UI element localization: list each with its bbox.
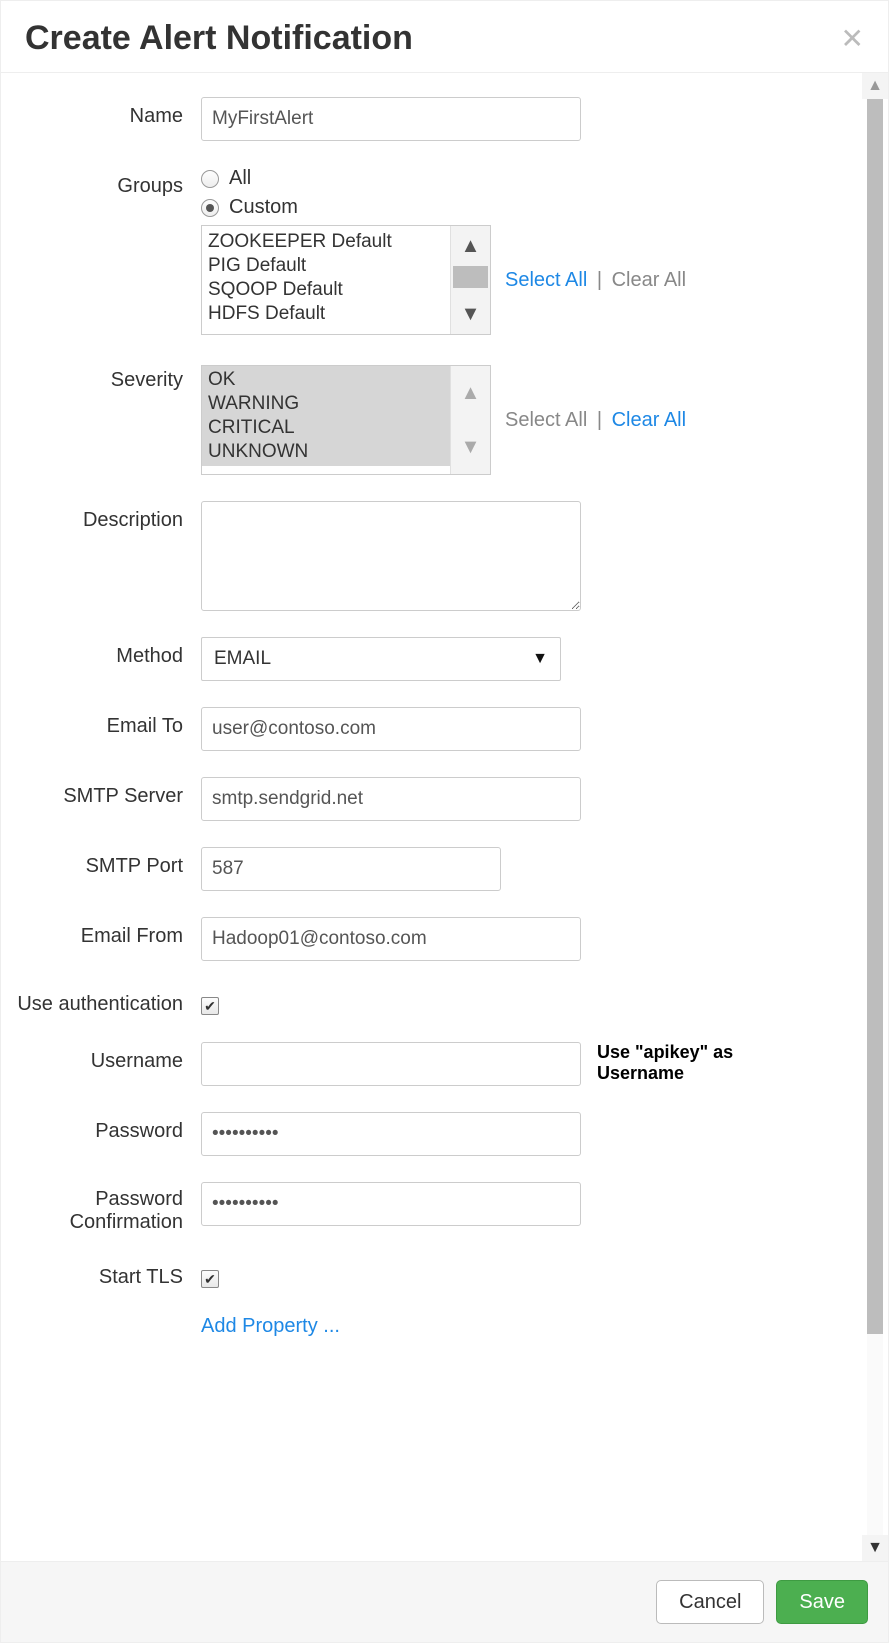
scroll-thumb[interactable] <box>453 266 488 288</box>
groups-radio-all[interactable] <box>201 170 219 188</box>
username-hint: Use "apikey" as Username <box>597 1042 797 1084</box>
row-start-tls: Start TLS ✔ <box>1 1260 838 1289</box>
row-description: Description <box>1 501 838 611</box>
label-password: Password <box>1 1112 201 1143</box>
name-input[interactable] <box>201 97 581 141</box>
smtp-port-input[interactable] <box>201 847 501 891</box>
chevron-down-icon: ▼ <box>532 650 548 668</box>
row-severity: Severity OK WARNING CRITICAL UNKNOWN ▲ <box>1 361 838 475</box>
password-confirm-input[interactable] <box>201 1182 581 1226</box>
method-select[interactable]: EMAIL ▼ <box>201 637 561 681</box>
row-groups: Groups All Custom <box>1 167 838 335</box>
list-item[interactable]: OK <box>202 366 450 392</box>
scroll-down-icon[interactable]: ▼ <box>451 420 490 474</box>
label-email-from: Email From <box>1 917 201 948</box>
list-item[interactable]: UNKNOWN <box>202 440 450 466</box>
label-username: Username <box>1 1042 201 1073</box>
form-body: Name Groups All Custom <box>1 73 862 1561</box>
severity-listbox-scrollbar[interactable]: ▲ ▼ <box>450 366 490 474</box>
dialog-scrollbar[interactable]: ▲ ▼ <box>862 73 888 1561</box>
use-auth-checkbox[interactable]: ✔ <box>201 997 219 1015</box>
list-item[interactable]: WARNING <box>202 392 450 416</box>
severity-select-all-link[interactable]: Select All <box>505 409 587 431</box>
scroll-up-icon[interactable]: ▲ <box>451 226 490 266</box>
dialog: Create Alert Notification ✕ Name Groups <box>0 0 889 1643</box>
label-description: Description <box>1 501 201 532</box>
groups-clear-all-link[interactable]: Clear All <box>612 269 686 291</box>
label-groups: Groups <box>1 167 201 198</box>
email-from-input[interactable] <box>201 917 581 961</box>
list-item[interactable]: ZOOKEEPER Default <box>208 230 444 254</box>
groups-radio-group: All Custom <box>201 167 838 219</box>
row-email-from: Email From <box>1 917 838 961</box>
scroll-area: Name Groups All Custom <box>1 73 888 1561</box>
label-password-confirm: Password Confirmation <box>1 1182 201 1234</box>
username-input[interactable] <box>201 1042 581 1086</box>
label-name: Name <box>1 97 201 128</box>
save-button[interactable]: Save <box>776 1580 868 1624</box>
add-property-link[interactable]: Add Property ... <box>201 1315 340 1338</box>
scroll-up-icon[interactable]: ▲ <box>862 73 888 99</box>
groups-radio-all-label: All <box>229 167 251 190</box>
severity-clear-all-link[interactable]: Clear All <box>612 409 686 431</box>
groups-radio-custom-label: Custom <box>229 196 298 219</box>
list-item[interactable]: CRITICAL <box>202 416 450 440</box>
close-icon[interactable]: ✕ <box>841 25 864 53</box>
label-email-to: Email To <box>1 707 201 738</box>
dialog-header: Create Alert Notification ✕ <box>1 1 888 73</box>
dialog-footer: Cancel Save <box>1 1561 888 1642</box>
email-to-input[interactable] <box>201 707 581 751</box>
spacer <box>1 1315 201 1323</box>
label-smtp-port: SMTP Port <box>1 847 201 878</box>
label-smtp-server: SMTP Server <box>1 777 201 808</box>
row-email-to: Email To <box>1 707 838 751</box>
smtp-server-input[interactable] <box>201 777 581 821</box>
dialog-title: Create Alert Notification <box>25 19 413 58</box>
separator: | <box>597 269 602 291</box>
groups-listbox-scrollbar[interactable]: ▲ ▼ <box>450 226 490 334</box>
description-textarea[interactable] <box>201 501 581 611</box>
label-use-auth: Use authentication <box>1 987 201 1016</box>
password-input[interactable] <box>201 1112 581 1156</box>
cancel-button[interactable]: Cancel <box>656 1580 764 1624</box>
scroll-track[interactable] <box>867 99 883 1535</box>
row-add-property: Add Property ... <box>1 1315 838 1338</box>
row-password: Password <box>1 1112 838 1156</box>
separator: | <box>597 409 602 431</box>
groups-listbox[interactable]: ZOOKEEPER Default PIG Default SQOOP Defa… <box>201 225 491 335</box>
scroll-down-icon[interactable]: ▼ <box>451 294 490 334</box>
list-item[interactable]: SQOOP Default <box>208 278 444 302</box>
list-item[interactable]: PIG Default <box>208 254 444 278</box>
label-method: Method <box>1 637 201 668</box>
row-username: Username Use "apikey" as Username <box>1 1042 838 1086</box>
row-use-auth: Use authentication ✔ <box>1 987 838 1016</box>
scroll-up-icon[interactable]: ▲ <box>451 366 490 420</box>
groups-list-actions: Select All | Clear All <box>505 269 686 292</box>
label-severity: Severity <box>1 361 201 392</box>
start-tls-checkbox[interactable]: ✔ <box>201 1270 219 1288</box>
row-name: Name <box>1 97 838 141</box>
row-smtp-server: SMTP Server <box>1 777 838 821</box>
groups-select-all-link[interactable]: Select All <box>505 269 587 291</box>
scroll-down-icon[interactable]: ▼ <box>862 1535 888 1561</box>
groups-radio-custom[interactable] <box>201 199 219 217</box>
row-method: Method EMAIL ▼ <box>1 637 838 681</box>
severity-listbox[interactable]: OK WARNING CRITICAL UNKNOWN ▲ ▼ <box>201 365 491 475</box>
scroll-thumb[interactable] <box>867 99 883 1334</box>
label-start-tls: Start TLS <box>1 1260 201 1289</box>
severity-list-actions: Select All | Clear All <box>505 409 686 432</box>
row-smtp-port: SMTP Port <box>1 847 838 891</box>
method-select-value: EMAIL <box>214 648 271 670</box>
row-password-confirm: Password Confirmation <box>1 1182 838 1234</box>
list-item[interactable]: HDFS Default <box>208 302 444 326</box>
